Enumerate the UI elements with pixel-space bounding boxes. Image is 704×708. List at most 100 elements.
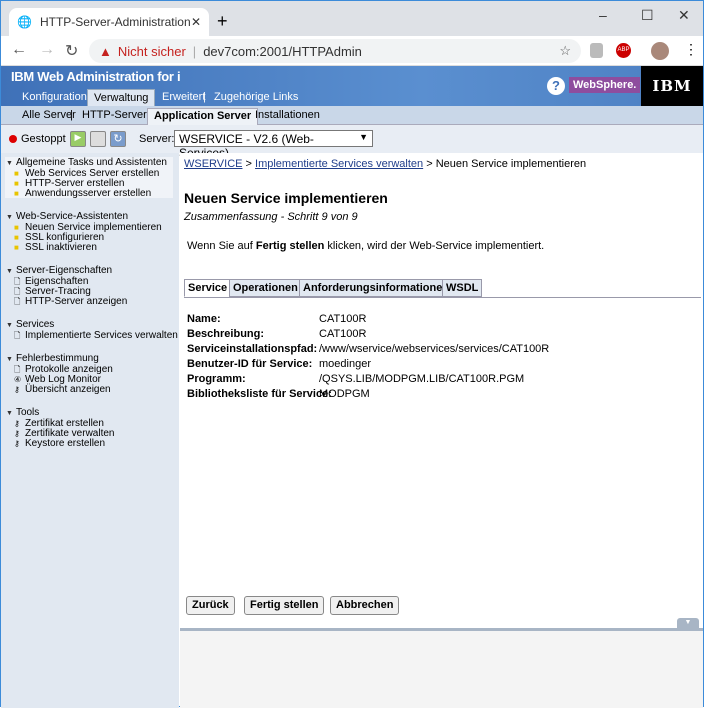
breadcrumb-services[interactable]: Implementierte Services verwalten [255,158,423,170]
new-tab-button[interactable]: + [217,11,228,32]
wizard-icon: ■ [14,233,19,242]
sidebar-group: Allgemeine Tasks und Assistenten■Web Ser… [6,158,167,199]
detail-row: Beschreibung: CAT100R [187,328,366,340]
tool-icon: ⚷ [14,439,20,448]
tab-service[interactable]: Service [184,279,232,297]
stopped-status-icon [9,135,17,143]
tab-operationen[interactable]: Operationen [229,279,302,297]
detail-value: /QSYS.LIB/MODPGM.LIB/CAT100R.PGM [319,373,525,385]
detail-row: Serviceinstallationspfad:/www/wservice/w… [187,343,549,355]
forward-icon[interactable]: → [39,41,55,59]
message-panel [180,628,703,708]
detail-row: Name: CAT100R [187,313,366,325]
subnav-sep: | [70,109,73,121]
avatar[interactable] [651,42,669,60]
wizard-icon: ■ [14,169,19,178]
server-status: Gestoppt [21,133,66,145]
tab-verwaltung[interactable]: Verwaltung [87,89,156,106]
extension-icon[interactable] [590,43,603,58]
sidebar-item[interactable]: ⚷ Keystore erstellen [6,439,114,449]
cancel-button[interactable]: Abbrechen [330,596,400,615]
sidebar-item-label: Keystore erstellen [25,438,106,449]
url-text[interactable]: dev7com:2001/HTTPAdmin [203,44,362,59]
page-icon: 🗋 [14,287,21,296]
detail-value: MODPGM [319,388,370,400]
sidebar-group: Tools⚷Zertifikat erstellen⚷Zertifikate v… [6,408,114,449]
start-button[interactable]: ▶ [70,131,86,147]
subnav-installationen[interactable]: Installationen [249,108,326,125]
tool-icon: ⚷ [14,419,20,428]
detail-label: Beschreibung: [187,328,265,340]
page-icon: ④ [14,375,22,384]
close-tab-icon[interactable]: ✕ [191,15,201,29]
sidebar-item[interactable]: ■ SSL inaktivieren [6,243,162,253]
detail-label: Benutzer-ID für Service: [187,358,313,370]
chevron-down-icon: ▼ [359,132,368,142]
wizard-icon: ■ [14,189,19,198]
close-window-button[interactable]: ✕ [678,7,690,24]
websphere-logo: WebSphere. [569,77,641,93]
globe-icon: 🌐 [17,15,32,29]
security-status[interactable]: Nicht sicher [118,44,186,59]
sidebar-item-label: HTTP-Server anzeigen [25,296,128,307]
detail-label: Serviceinstallationspfad: [187,343,318,355]
adblock-icon[interactable]: ABP [616,43,631,58]
ibm-logo: IBM [641,66,703,106]
intro-text: Wenn Sie auf Fertig stellen klicken, wir… [187,240,545,252]
detail-row: Bibliotheksliste für Service:MODPGM [187,388,370,400]
maximize-button[interactable]: ☐ [641,7,654,24]
tab-links[interactable]: Zugehörige Links [208,89,304,106]
sidebar-item[interactable]: ⚷ Übersicht anzeigen [6,385,113,395]
tool-icon: ⚷ [14,385,20,394]
help-icon[interactable]: ? [547,77,565,95]
back-icon[interactable]: ← [11,41,27,59]
tool-icon: ⚷ [14,429,20,438]
sidebar-item-label: Anwendungsserver erstellen [25,188,152,199]
subnav-http-server[interactable]: HTTP-Server [76,108,153,125]
wizard-icon: ■ [14,179,19,188]
sidebar-group: Server-Eigenschaften🗋Eigenschaften🗋Serve… [6,266,127,307]
star-icon[interactable]: ☆ [559,43,571,59]
reload-icon[interactable]: ↻ [65,41,78,61]
sidebar-group: Fehlerbestimmung🗋Protokolle anzeigen④Web… [6,354,113,395]
breadcrumb: WSERVICE > Implementierte Services verwa… [184,158,587,170]
browser-tab[interactable]: 🌐 HTTP-Server-Administration auf IBM i ✕ [9,8,209,36]
sidebar-item-label: Implementierte Services verwalten [25,330,178,341]
tab-konfiguration[interactable]: Konfiguration [16,89,93,106]
minimize-button[interactable]: – [599,7,607,23]
app-title: IBM Web Administration for i [11,69,181,84]
sidebar-group: Services🗋Implementierte Services verwalt… [6,320,178,341]
detail-value: CAT100R [319,328,367,340]
page-icon: 🗋 [14,365,21,374]
server-select-value: WSERVICE - V2.6 (Web-Services) [179,132,314,160]
detail-row: Programm: /QSYS.LIB/MODPGM.LIB/CAT100R.PG… [187,373,524,385]
address-bar[interactable]: ▲ Nicht sicher | dev7com:2001/HTTPAdmin … [89,39,581,63]
sidebar-item[interactable]: 🗋 HTTP-Server anzeigen [6,297,127,307]
warning-icon: ▲ [99,43,112,59]
page-icon: 🗋 [14,331,21,340]
detail-value: /www/wservice/webservices/services/CAT10… [319,343,550,355]
back-button[interactable]: Zurück [186,596,235,615]
page-icon: 🗋 [14,277,21,286]
page-icon: 🗋 [14,297,21,306]
detail-label: Name: [187,313,221,325]
sidebar-item[interactable]: 🗋 Implementierte Services verwalten [6,331,178,341]
server-select[interactable]: WSERVICE - V2.6 (Web-Services) ▼ [174,130,373,160]
stop-button[interactable] [90,131,106,147]
detail-value: CAT100R [319,313,367,325]
menu-icon[interactable]: ⋮ [684,41,698,58]
finish-button[interactable]: Fertig stellen [244,596,325,615]
breadcrumb-wservice[interactable]: WSERVICE [184,158,242,170]
refresh-button[interactable]: ↻ [110,131,126,147]
tab-anforderungsinformationen[interactable]: Anforderungsinformationen [299,279,454,297]
tab-wsdl[interactable]: WSDL [442,279,483,297]
tab-title: HTTP-Server-Administration auf IBM i [39,15,191,29]
sidebar-item[interactable]: ■ Anwendungsserver erstellen [6,189,167,199]
detail-label: Programm: [187,373,246,385]
detail-label: Bibliotheksliste für Service: [187,388,332,400]
sidebar-group: Web-Service-Assistenten■Neuen Service im… [6,212,162,253]
wizard-icon: ■ [14,243,19,252]
subnav-application-server[interactable]: Application Server [147,108,259,125]
collapse-panel-icon[interactable]: ▼ [677,618,699,628]
detail-value: moedinger [319,358,371,370]
